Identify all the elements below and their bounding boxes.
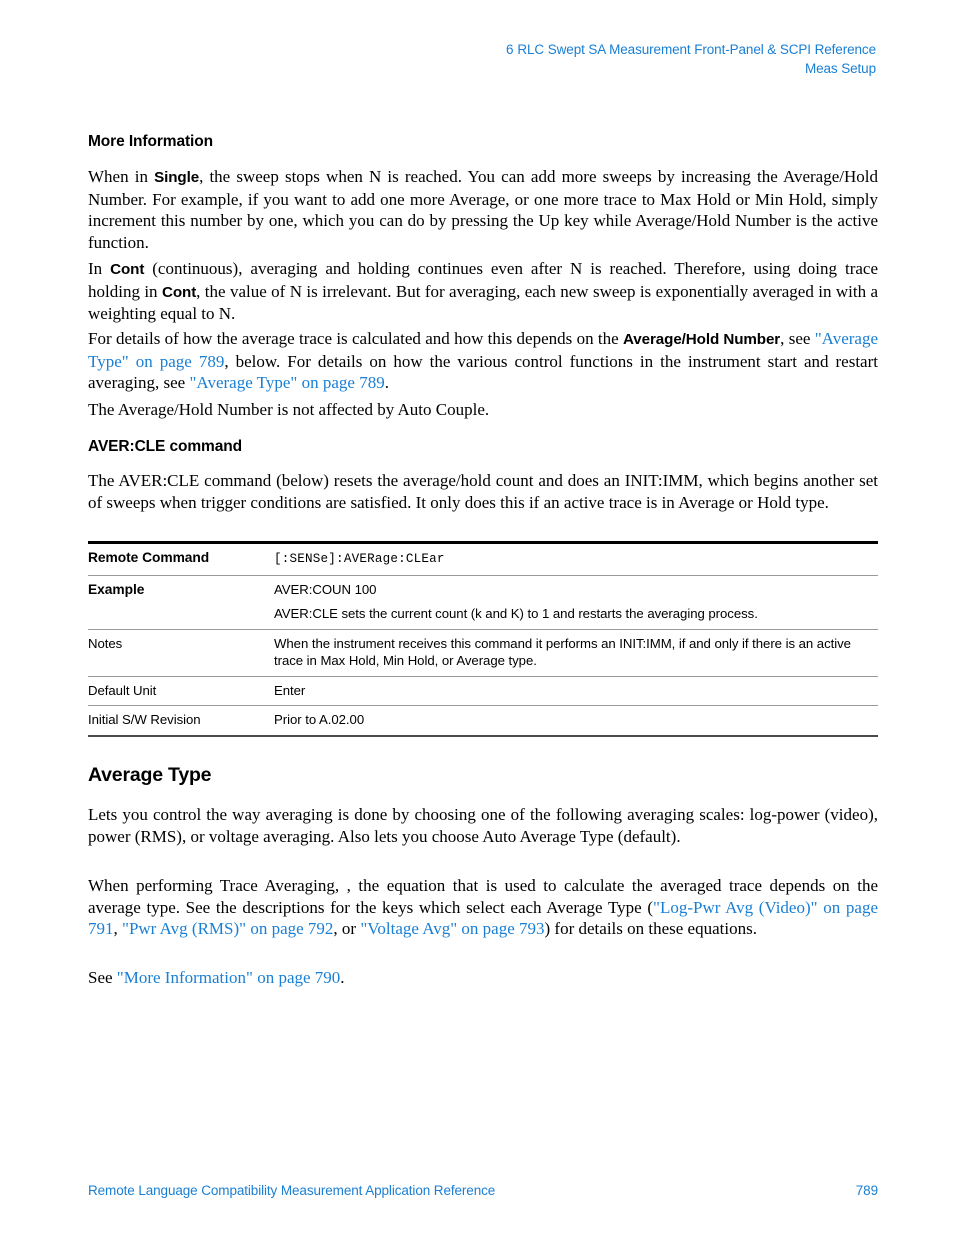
row-label: Notes xyxy=(88,629,274,677)
p3-part-c: , see xyxy=(780,329,815,348)
table-body: Remote Command [:SENSe]:AVERage:CLEar Ex… xyxy=(88,541,878,737)
p1-part-a: When in xyxy=(88,167,155,186)
aver-cle-paragraph-1: The AVER:CLE command (below) resets the … xyxy=(88,470,878,513)
header-chapter-line: 6 RLC Swept SA Measurement Front-Panel & … xyxy=(88,40,876,59)
document-page: 6 RLC Swept SA Measurement Front-Panel & … xyxy=(0,0,954,1235)
row-label: Remote Command xyxy=(88,541,274,576)
paragraph-text: When in Single, the sweep stops when N i… xyxy=(88,166,878,253)
scpi-command-text: [:SENSe]:AVERage:CLEar xyxy=(274,552,445,566)
cross-reference-pwr-avg-rms[interactable]: "Pwr Avg (RMS)" on page 792 xyxy=(122,919,333,938)
page-footer: Remote Language Compatibility Measuremen… xyxy=(88,1182,878,1200)
keyword-cont-1: Cont xyxy=(110,261,145,278)
footer-title: Remote Language Compatibility Measuremen… xyxy=(88,1183,496,1198)
aver-cle-heading-block: AVER:CLE command xyxy=(88,437,878,456)
paragraph-text: The Average/Hold Number is not affected … xyxy=(88,400,490,419)
row-value: Enter xyxy=(274,676,878,706)
keyword-average-hold-number: Average/Hold Number xyxy=(623,331,781,348)
paragraph-text: The AVER:CLE command (below) resets the … xyxy=(88,471,878,512)
p2-part-c: , or xyxy=(333,919,361,938)
row-label: Initial S/W Revision xyxy=(88,705,274,737)
more-information-paragraph-4: The Average/Hold Number is not affected … xyxy=(88,399,878,421)
row-value: When the instrument receives this comman… xyxy=(274,629,878,677)
paragraph-text: For details of how the average trace is … xyxy=(88,328,878,394)
p2-part-b: , xyxy=(113,919,122,938)
average-type-paragraph-1: Lets you control the way averaging is do… xyxy=(88,804,878,847)
average-type-paragraph-3: See "More Information" on page 790. xyxy=(88,967,878,989)
p3-part-e: . xyxy=(384,373,389,392)
heading-aver-cle-command: AVER:CLE command xyxy=(88,438,242,455)
example-line-1: AVER:COUN 100 xyxy=(274,581,377,597)
more-information-paragraph-1: When in Single, the sweep stops when N i… xyxy=(88,166,878,253)
header-section: Meas Setup xyxy=(804,61,876,76)
heading-more-information: More Information xyxy=(88,133,213,150)
p3-part-a: See xyxy=(88,968,117,987)
average-type-heading-block: Average Type xyxy=(88,763,878,787)
footer-page-number: 789 xyxy=(855,1183,878,1198)
paragraph-text: See "More Information" on page 790. xyxy=(88,967,878,989)
cross-reference-average-type-2[interactable]: "Average Type" on page 789 xyxy=(189,373,384,392)
heading-average-type: Average Type xyxy=(88,764,212,786)
cross-reference-voltage-avg[interactable]: "Voltage Avg" on page 793 xyxy=(360,919,544,938)
row-label: Example xyxy=(88,575,274,630)
table-row-example: Example AVER:COUN 100 AVER:CLE sets the c… xyxy=(88,575,878,630)
paragraph-text: When performing Trace Averaging, , the e… xyxy=(88,875,878,940)
row-label: Default Unit xyxy=(88,676,274,706)
table-row-notes: Notes When the instrument receives this … xyxy=(88,629,878,677)
row-value: [:SENSe]:AVERage:CLEar xyxy=(274,541,878,576)
table-row-default-unit: Default Unit Enter xyxy=(88,676,878,706)
header-chapter-number: 6 xyxy=(505,42,514,57)
row-value: AVER:COUN 100 AVER:CLE sets the current c… xyxy=(274,575,878,630)
running-header: 6 RLC Swept SA Measurement Front-Panel & … xyxy=(88,40,876,78)
table-row-remote-command: Remote Command [:SENSe]:AVERage:CLEar xyxy=(88,541,878,576)
keyword-single: Single xyxy=(154,169,200,186)
header-chapter-title: RLC Swept SA Measurement Front-Panel & S… xyxy=(517,42,876,57)
scpi-parameter-table: Remote Command [:SENSe]:AVERage:CLEar Ex… xyxy=(88,541,878,737)
example-line-2: AVER:CLE sets the current count (k and K… xyxy=(274,606,758,621)
keyword-cont-2: Cont xyxy=(161,283,197,301)
cross-reference-more-information[interactable]: "More Information" on page 790 xyxy=(117,968,341,987)
row-value: Prior to A.02.00 xyxy=(274,705,878,737)
paragraph-text: In Cont (continuous), averaging and hold… xyxy=(88,258,878,325)
table-row-initial-sw-revision: Initial S/W Revision Prior to A.02.00 xyxy=(88,705,878,737)
more-information-heading-block: More Information xyxy=(88,132,878,151)
p2-part-a: In xyxy=(88,259,111,278)
more-information-paragraph-2: In Cont (continuous), averaging and hold… xyxy=(88,258,878,325)
paragraph-text: Lets you control the way averaging is do… xyxy=(88,805,878,846)
p3-part-b: . xyxy=(340,968,345,987)
average-type-paragraph-2: When performing Trace Averaging, , the e… xyxy=(88,875,878,940)
p2-part-d: ) for details on these equations. xyxy=(544,919,757,938)
more-information-paragraph-3: For details of how the average trace is … xyxy=(88,328,878,394)
p1-part-c: , the sweep stops when N is reached. You… xyxy=(88,167,878,252)
p2-part-e: , the value of N is irrelevant. But for … xyxy=(88,281,879,324)
p3-part-a: For details of how the average trace is … xyxy=(88,329,623,348)
